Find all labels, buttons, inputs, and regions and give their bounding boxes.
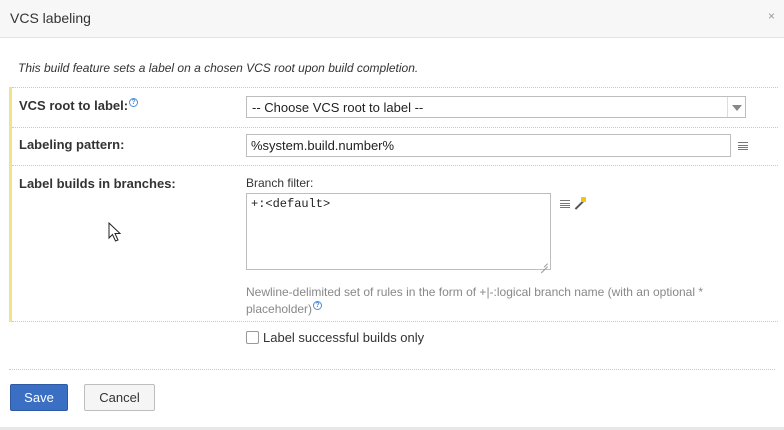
help-icon[interactable]: ? bbox=[313, 301, 323, 310]
resize-grip-icon[interactable] bbox=[539, 258, 548, 267]
dialog-titlebar: VCS labeling × bbox=[0, 0, 784, 38]
labeling-pattern-row: Labeling pattern: %system.build.number% bbox=[12, 127, 778, 165]
branch-filter-hint: Newline-delimited set of rules in the fo… bbox=[246, 284, 716, 318]
settings-form: VCS root to label:? -- Choose VCS root t… bbox=[9, 87, 778, 322]
magic-wand-icon[interactable] bbox=[573, 197, 587, 211]
labeling-pattern-input[interactable]: %system.build.number% bbox=[246, 134, 731, 157]
footer-separator bbox=[9, 369, 775, 370]
vcs-root-label: VCS root to label:? bbox=[19, 98, 139, 113]
branches-label: Label builds in branches: bbox=[19, 176, 176, 191]
successful-builds-checkbox[interactable] bbox=[246, 331, 259, 344]
vcs-root-select[interactable]: -- Choose VCS root to label -- bbox=[246, 96, 746, 118]
branch-filter-label: Branch filter: bbox=[246, 176, 314, 190]
branches-row: Label builds in branches: Branch filter:… bbox=[12, 165, 778, 322]
vcs-root-row: VCS root to label:? -- Choose VCS root t… bbox=[12, 87, 778, 127]
cancel-button[interactable]: Cancel bbox=[84, 384, 155, 411]
labeling-pattern-label: Labeling pattern: bbox=[19, 137, 125, 152]
parameters-list-icon[interactable] bbox=[560, 200, 570, 208]
mouse-pointer-icon bbox=[108, 222, 122, 242]
vcs-root-select-value: -- Choose VCS root to label -- bbox=[252, 100, 424, 115]
branch-filter-value: +:<default> bbox=[251, 197, 331, 211]
branch-filter-textarea[interactable]: +:<default> bbox=[246, 193, 551, 270]
save-button[interactable]: Save bbox=[10, 384, 68, 411]
dialog-title: VCS labeling bbox=[10, 10, 91, 26]
vcs-root-label-text: VCS root to label: bbox=[19, 98, 129, 113]
parameters-list-icon[interactable] bbox=[738, 142, 748, 150]
dialog-description: This build feature sets a label on a cho… bbox=[18, 61, 419, 75]
chevron-down-icon[interactable] bbox=[727, 97, 745, 117]
help-icon[interactable]: ? bbox=[129, 98, 139, 107]
close-icon[interactable]: × bbox=[768, 9, 775, 23]
vcs-labeling-dialog: VCS labeling × This build feature sets a… bbox=[0, 0, 784, 430]
successful-builds-label[interactable]: Label successful builds only bbox=[263, 330, 424, 345]
